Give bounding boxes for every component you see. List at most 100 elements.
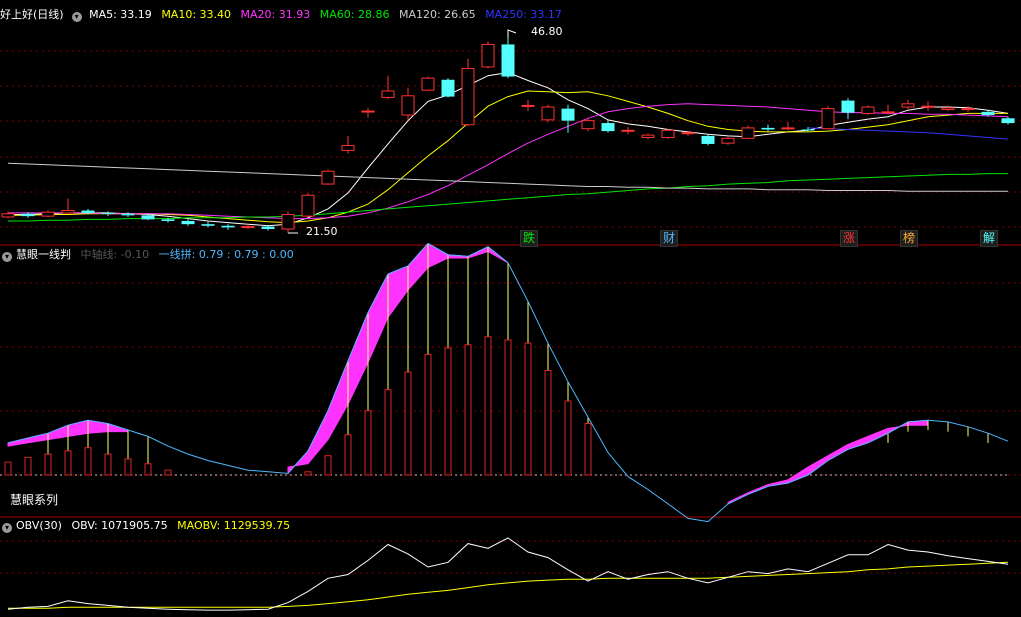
indicator-bar [524,342,532,476]
indicator-bar [4,461,12,476]
sub2-title: OBV(30) [16,519,62,532]
candle-body [221,225,235,228]
candle-body [1,213,15,218]
candle-body [441,79,455,97]
candle-body [921,105,935,108]
indicator-bar [484,336,492,476]
sub1-item2: 一线拼: 0.79 : 0.79 : 0.00 [158,248,294,261]
candle-body [241,226,255,229]
candle-body [481,43,495,68]
candle-body [981,111,995,116]
sub1-series-label: 慧眼系列 [10,493,59,507]
ma20-label: MA20: 31.93 [240,8,311,21]
sub1-header: ▾ 慧眼一线判 中轴线: -0.10 一线拼: 0.79 : 0.79 : 0.0… [0,248,300,262]
candle-body [601,123,615,132]
candle-body [761,127,775,130]
candle-body [901,103,915,108]
indicator-bar [584,423,592,476]
indicator-bar [164,469,172,476]
top-bar [0,0,1021,5]
ma60-label: MA60: 28.86 [319,8,390,21]
event-tag[interactable]: 跌 [520,230,539,247]
candle-body [741,127,755,139]
settings-icon[interactable]: ▾ [71,12,82,22]
indicator-bar [104,453,112,476]
low-annotation: 21.50 [306,225,338,238]
ma-line-ma120 [7,162,1008,192]
candle-body [381,90,395,98]
candle-body [21,213,35,217]
candle-body [821,108,835,130]
indicator-band [287,242,509,475]
maobv-label: MAOBV: 1129539.75 [177,519,291,532]
ma250-label: MA250: 33.17 [485,8,562,21]
indicator-bar [84,447,92,476]
indicator-bar [124,458,132,476]
candle-body [681,132,695,135]
indicator-bar [384,389,392,476]
obv-label: OBV: 1071905.75 [71,519,168,532]
indicator-bar [304,471,312,476]
indicator-bar [424,353,432,476]
indicator-bar [64,450,72,476]
candle-body [641,134,655,139]
ma120-label: MA120: 26.65 [398,8,476,21]
ma-line-ma250 [807,127,1009,140]
candle-body [61,210,75,214]
candle-body [261,226,275,229]
main-title: 好上好(日线) [0,8,64,21]
candle-body [701,135,715,144]
candle-body [81,210,95,213]
main-header: 好上好(日线) ▾ MA5: 33.19 MA10: 33.40 MA20: 31… [0,8,568,22]
candle-body [461,68,475,126]
sub2-header: ▾ OBV(30) OBV: 1071905.75 MAOBV: 1129539.… [0,519,296,533]
candle-body [661,129,675,139]
candle-body [321,170,335,185]
candle-body [961,108,975,111]
candle-body [841,100,855,113]
candle-body [861,106,875,114]
indicator-bar [444,347,452,476]
sub1-title: 慧眼一线判 [16,248,71,261]
indicator-bar [404,371,412,476]
candle-body [101,212,115,214]
candle-body [361,110,375,113]
event-tag[interactable]: 财 [660,230,679,247]
candle-body [121,213,135,216]
candle-body [401,95,415,116]
indicator-bar [324,455,332,476]
indicator-bar [504,339,512,476]
candle-body [341,145,355,151]
candle-body [721,137,735,144]
high-marker [507,29,517,38]
candle-body [541,106,555,121]
event-tag[interactable]: 榜 [900,230,919,247]
candle-body [881,111,895,114]
candle-body [421,77,435,91]
candle-body [621,129,635,132]
indicator-bar [464,344,472,476]
high-annotation: 46.80 [531,25,563,38]
indicator-bar [544,370,552,476]
candle-body [941,107,955,110]
event-tag[interactable]: 解 [980,230,999,247]
candle-body [561,108,575,121]
indicator-bar [24,456,32,476]
indicator-bar [44,453,52,476]
indicator-bar [364,410,372,476]
settings-icon[interactable]: ▾ [2,252,12,262]
indicator-band [727,419,929,505]
sub1-item1: 中轴线: -0.10 [80,248,150,261]
indicator-bar [564,400,572,476]
candle-body [781,127,795,130]
candle-body [521,104,535,107]
ma10-label: MA10: 33.40 [161,8,232,21]
indicator-bar [144,463,152,476]
candle-body [161,219,175,221]
candle-body [1001,118,1015,124]
ma-line-ma5 [8,71,1009,227]
settings-icon[interactable]: ▾ [2,523,12,533]
event-tag[interactable]: 涨 [840,230,859,247]
ma5-label: MA5: 33.19 [89,8,152,21]
candle-body [141,215,155,220]
